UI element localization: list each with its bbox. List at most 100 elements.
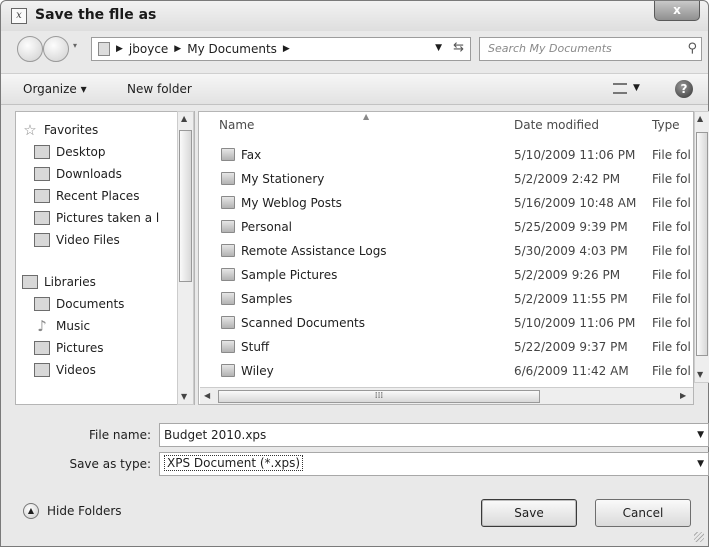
nav-item-label: Downloads	[56, 167, 122, 181]
hide-folders-toggle[interactable]: ▲ Hide Folders	[23, 503, 122, 519]
list-item[interactable]: Stuff 5/22/2009 9:37 PM File fol	[199, 336, 693, 358]
refresh-icon[interactable]: ⇆	[453, 40, 464, 55]
folder-icon	[221, 316, 235, 329]
nav-item-label: Recent Places	[56, 189, 140, 203]
nav-item-desktop[interactable]: Desktop	[34, 142, 106, 162]
file-list-horizontal-scrollbar[interactable]: ◀ ⁞⁞⁞ ▶	[200, 387, 693, 404]
title-bar[interactable]: x Save the flle as x	[1, 1, 708, 31]
scroll-up-icon[interactable]: ▲	[181, 114, 187, 123]
column-header-date-modified[interactable]: Date modified	[514, 118, 599, 132]
pictures-icon	[34, 341, 50, 355]
breadcrumb-item-jboyce[interactable]: jboyce	[129, 42, 168, 56]
nav-item-video-files[interactable]: Video Files	[34, 230, 120, 250]
star-icon: ☆	[23, 121, 37, 139]
nav-item-pictures-taken[interactable]: Pictures taken a l	[34, 208, 159, 228]
nav-item-label: Video Files	[56, 233, 120, 247]
scroll-thumb[interactable]	[696, 132, 708, 356]
nav-item-label: Pictures taken a l	[56, 211, 160, 225]
save-button[interactable]: Save	[481, 499, 577, 527]
search-input[interactable]: Search My Documents ⚲	[479, 37, 702, 61]
file-name-field[interactable]: Budget 2010.xps ▼	[159, 423, 709, 447]
nav-item-label: Desktop	[56, 145, 106, 159]
music-icon: ♪	[37, 317, 47, 335]
scroll-down-icon[interactable]: ▼	[697, 370, 703, 379]
file-type: File fol	[652, 316, 691, 330]
nav-item-documents[interactable]: Documents	[34, 294, 124, 314]
nav-item-music[interactable]: ♪ Music	[34, 316, 90, 336]
folder-icon	[98, 42, 110, 56]
new-folder-button[interactable]: New folder	[127, 82, 192, 96]
scroll-up-icon[interactable]: ▲	[697, 114, 703, 123]
nav-libraries[interactable]: Libraries	[22, 272, 96, 292]
column-header-type[interactable]: Type	[652, 118, 680, 132]
folder-icon	[221, 340, 235, 353]
file-date: 5/2/2009 11:55 PM	[514, 292, 628, 306]
list-item[interactable]: Remote Assistance Logs 5/30/2009 4:03 PM…	[199, 240, 693, 262]
address-bar[interactable]: ▶ jboyce ▶ My Documents ▶ ▼ ⇆	[91, 37, 471, 61]
scroll-left-icon[interactable]: ◀	[204, 391, 210, 400]
organize-button[interactable]: Organize ▾	[23, 82, 87, 96]
file-date: 5/10/2009 11:06 PM	[514, 316, 636, 330]
breadcrumb-item-my-documents[interactable]: My Documents	[187, 42, 277, 56]
file-name: Wiley	[241, 364, 274, 378]
folder-icon	[221, 268, 235, 281]
views-icon[interactable]	[613, 83, 627, 94]
breadcrumb-separator-icon[interactable]: ▶	[283, 44, 290, 54]
saved-search-icon	[34, 233, 50, 247]
file-list-vertical-scrollbar[interactable]: ▲ ▼	[694, 111, 709, 383]
nav-item-recent-places[interactable]: Recent Places	[34, 186, 139, 206]
chevron-down-icon[interactable]: ▼	[697, 459, 704, 469]
breadcrumb-separator-icon[interactable]: ▶	[174, 44, 181, 54]
list-item[interactable]: My Weblog Posts 5/16/2009 10:48 AM File …	[199, 192, 693, 214]
list-item[interactable]: My Stationery 5/2/2009 2:42 PM File fol	[199, 168, 693, 190]
search-icon[interactable]: ⚲	[687, 41, 697, 56]
desktop-icon	[34, 145, 50, 159]
file-name: Stuff	[241, 340, 270, 354]
navpane-scrollbar[interactable]: ▲ ▼	[177, 111, 194, 405]
folder-icon	[221, 172, 235, 185]
address-dropdown-icon[interactable]: ▼	[435, 43, 442, 53]
file-type: File fol	[652, 292, 691, 306]
list-item[interactable]: Sample Pictures 5/2/2009 9:26 PM File fo…	[199, 264, 693, 286]
address-row: ▾ ▶ jboyce ▶ My Documents ▶ ▼ ⇆ Search M…	[1, 31, 708, 67]
save-dialog: x Save the flle as x ▾ ▶ jboyce ▶ My Doc…	[0, 0, 709, 547]
close-button[interactable]: x	[654, 1, 700, 21]
scroll-thumb[interactable]: ⁞⁞⁞	[218, 390, 540, 403]
views-dropdown-icon[interactable]: ▼	[633, 83, 640, 93]
file-date: 5/30/2009 4:03 PM	[514, 244, 628, 258]
scroll-right-icon[interactable]: ▶	[680, 391, 686, 400]
nav-item-videos[interactable]: Videos	[34, 360, 96, 380]
file-name: Personal	[241, 220, 293, 234]
file-date: 5/2/2009 9:26 PM	[514, 268, 621, 282]
file-type: File fol	[652, 172, 691, 186]
list-item[interactable]: Wiley 6/6/2009 11:42 AM File fol	[199, 360, 693, 382]
resize-grip[interactable]	[694, 532, 704, 542]
chevron-down-icon[interactable]: ▼	[697, 430, 704, 440]
scroll-down-icon[interactable]: ▼	[181, 392, 187, 401]
file-type: File fol	[652, 340, 691, 354]
cancel-button[interactable]: Cancel	[595, 499, 691, 527]
back-button[interactable]	[17, 36, 43, 62]
save-as-type-select[interactable]: XPS Document (*.xps) ▼	[159, 452, 709, 476]
save-as-type-label: Save as type:	[69, 457, 151, 471]
folder-icon	[221, 196, 235, 209]
column-header-name[interactable]: Name	[219, 118, 254, 132]
recent-pages-dropdown-icon[interactable]: ▾	[73, 41, 77, 50]
downloads-icon	[34, 167, 50, 181]
scroll-thumb[interactable]	[179, 130, 192, 282]
list-item[interactable]: Samples 5/2/2009 11:55 PM File fol	[199, 288, 693, 310]
nav-item-pictures[interactable]: Pictures	[34, 338, 104, 358]
file-name: Remote Assistance Logs	[241, 244, 387, 258]
list-item[interactable]: Scanned Documents 5/10/2009 11:06 PM Fil…	[199, 312, 693, 334]
recent-places-icon	[34, 189, 50, 203]
nav-favorites[interactable]: ☆ Favorites	[22, 120, 98, 140]
file-list[interactable]: Name ▲ Date modified Type Fax 5/10/2009 …	[198, 111, 694, 405]
list-item[interactable]: Personal 5/25/2009 9:39 PM File fol	[199, 216, 693, 238]
breadcrumb-separator-icon[interactable]: ▶	[116, 44, 123, 54]
nav-item-downloads[interactable]: Downloads	[34, 164, 122, 184]
navigation-pane[interactable]: ☆ Favorites Desktop Downloads Recent Pla…	[15, 111, 195, 405]
dialog-title: Save the flle as	[35, 7, 157, 23]
forward-button[interactable]	[43, 36, 69, 62]
help-icon[interactable]: ?	[675, 80, 693, 98]
list-item[interactable]: Fax 5/10/2009 11:06 PM File fol	[199, 144, 693, 166]
